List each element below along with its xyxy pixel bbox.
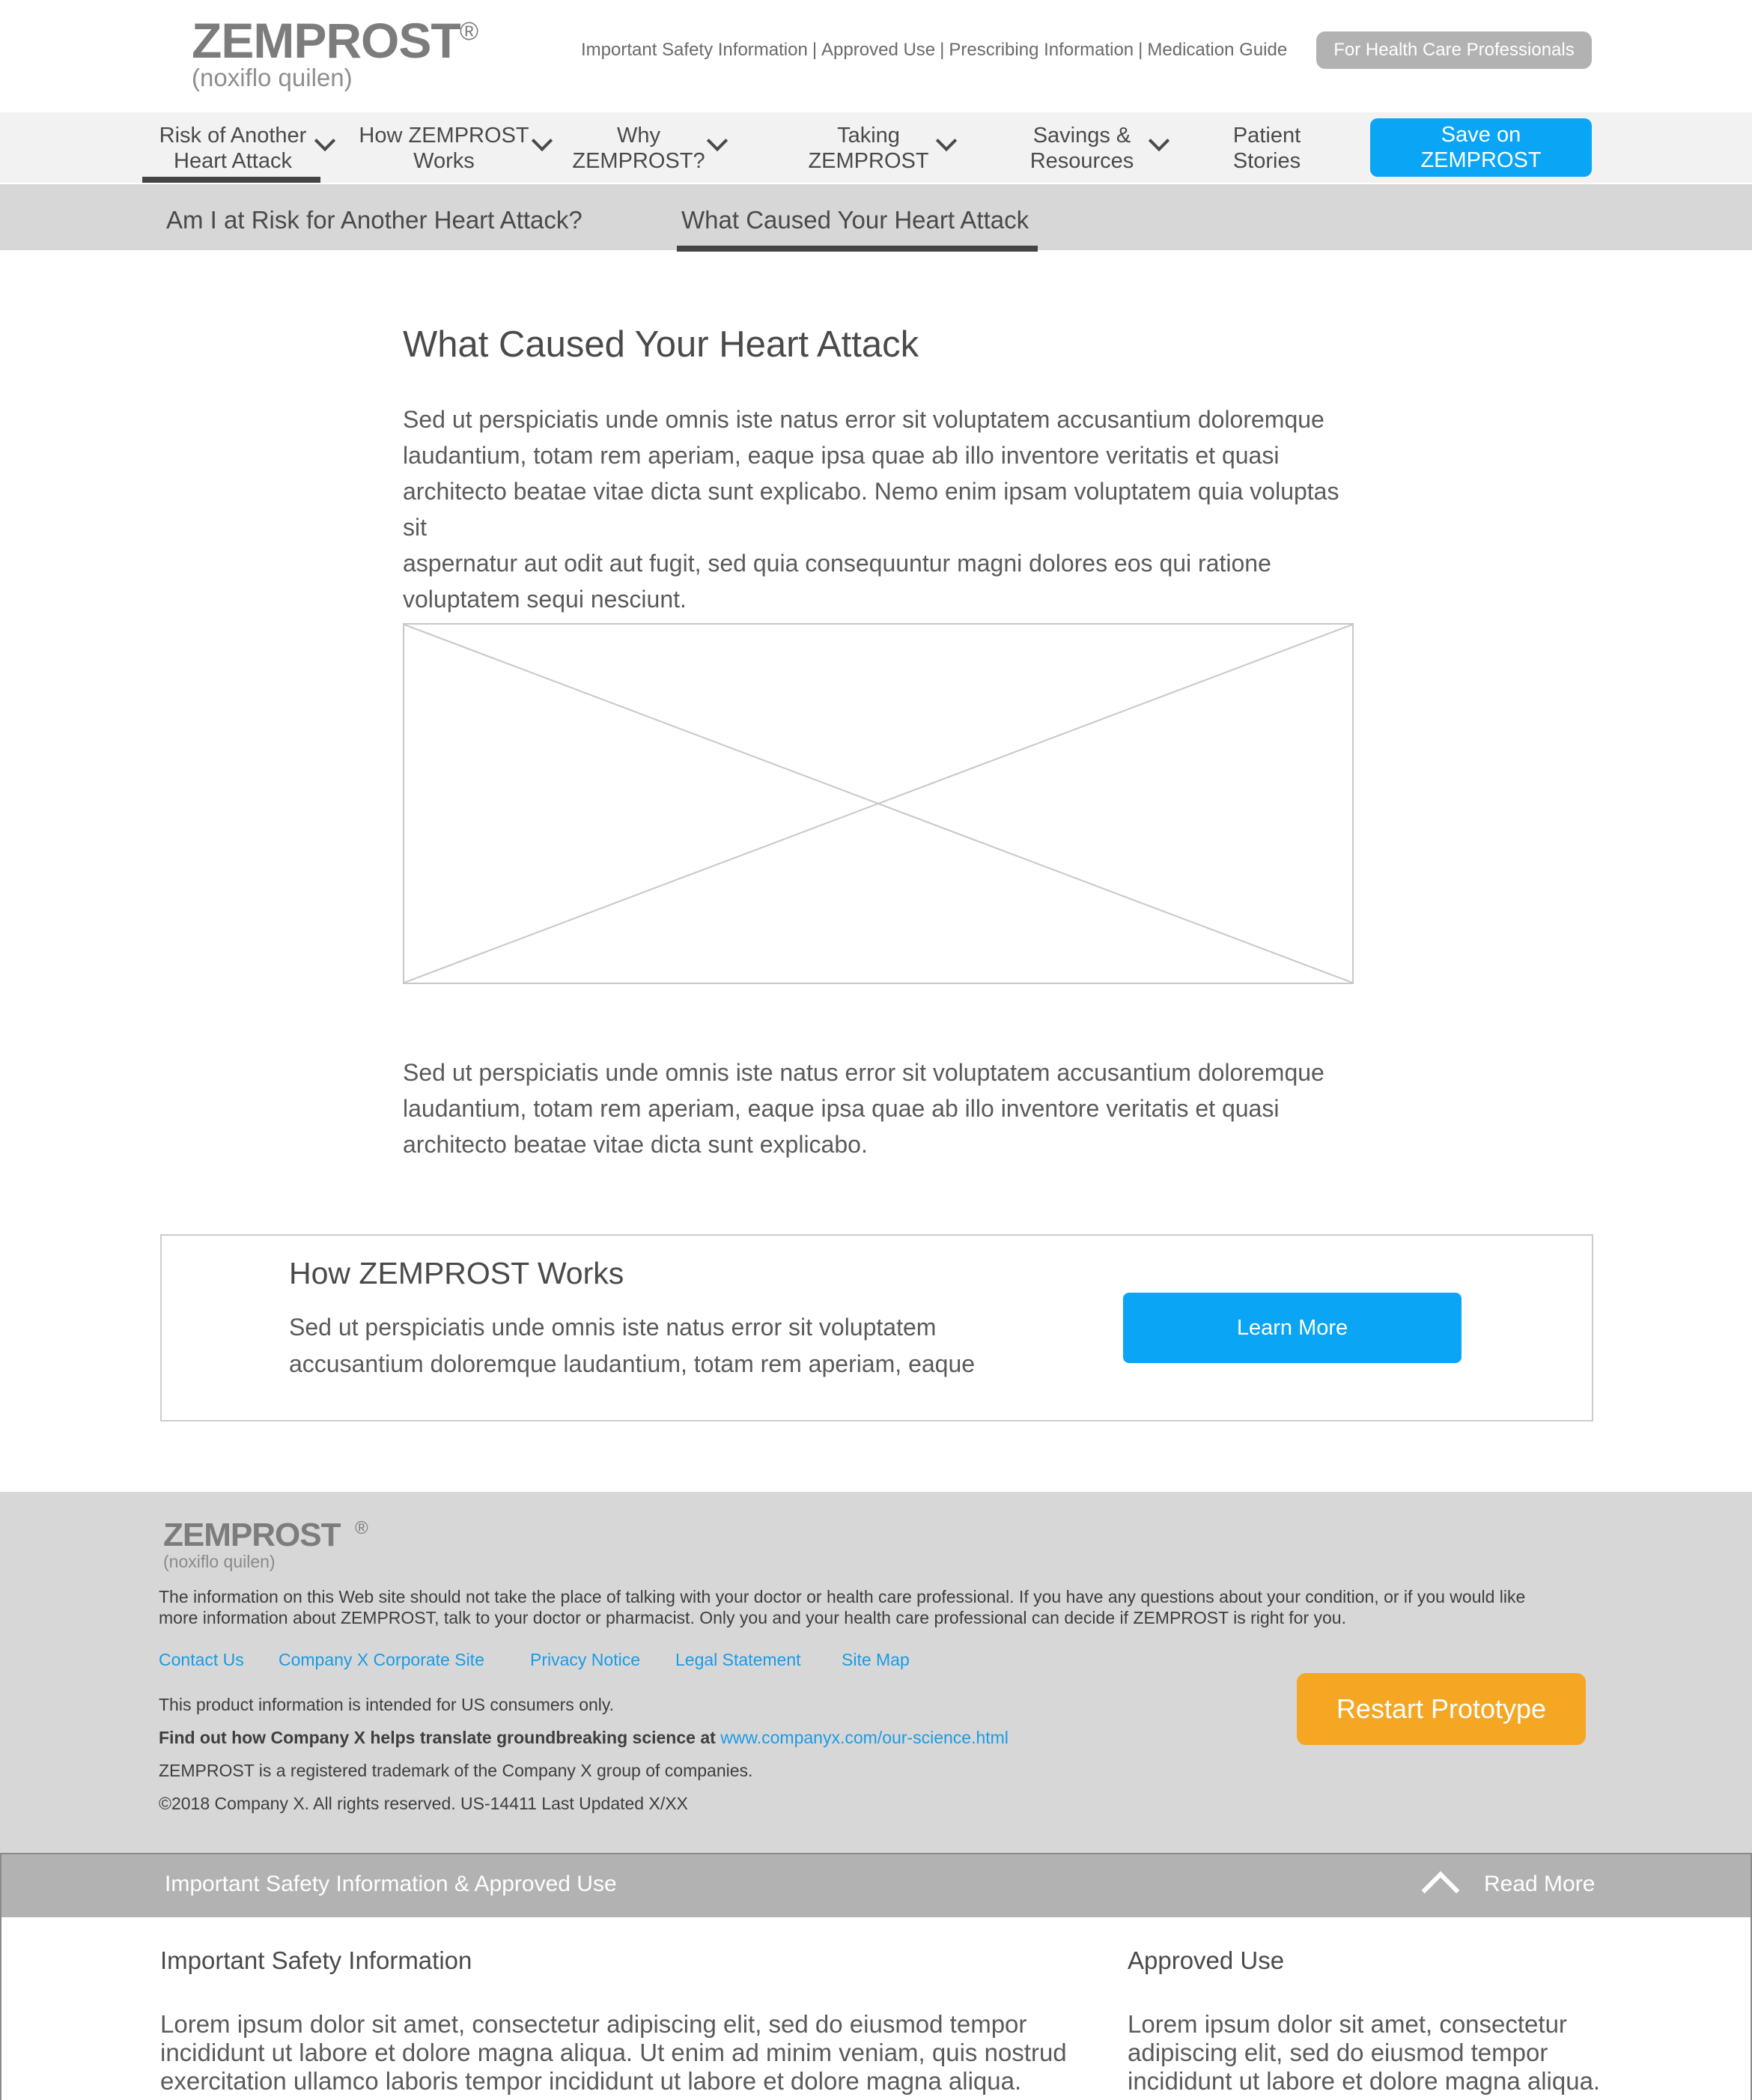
body-paragraph: Sed ut perspiciatis unde omnis iste natu… bbox=[403, 1054, 1361, 1162]
promo-title: How ZEMPROST Works bbox=[289, 1256, 624, 1290]
restart-prototype-button[interactable]: Restart Prototype bbox=[1297, 1673, 1586, 1745]
nav-item-label-line1: Savings & bbox=[1032, 124, 1131, 148]
nav-item-savings[interactable]: Savings & Resources bbox=[1018, 123, 1146, 177]
util-link-approved-use[interactable]: Approved Use bbox=[821, 40, 935, 60]
paragraph-line: laudantium, totam rem aperiam, eaque ips… bbox=[403, 442, 1280, 469]
approved-use-heading: Approved Use bbox=[1128, 1946, 1285, 1974]
isi-text-line: Lorem ipsum dolor sit amet, consectetur … bbox=[160, 2010, 1027, 2038]
footer-link-contact[interactable]: Contact Us bbox=[159, 1648, 244, 1672]
nav-active-indicator bbox=[142, 177, 320, 183]
paragraph-line: laudantium, totam rem aperiam, eaque ips… bbox=[403, 1095, 1280, 1122]
nav-item-label-line2: ZEMPROST bbox=[808, 149, 929, 173]
nav-item-label-line2: Works bbox=[413, 149, 475, 173]
nav-item-label-line1: Taking bbox=[837, 124, 900, 148]
footer-link-privacy[interactable]: Privacy Notice bbox=[530, 1648, 640, 1672]
paragraph-line: Sed ut perspiciatis unde omnis iste natu… bbox=[403, 1059, 1324, 1086]
page-title: What Caused Your Heart Attack bbox=[403, 324, 919, 365]
footer-link-sitemap[interactable]: Site Map bbox=[842, 1648, 910, 1672]
subtab-what-caused[interactable]: What Caused Your Heart Attack bbox=[681, 205, 1029, 235]
util-link-prescribing-info[interactable]: Prescribing Information bbox=[949, 40, 1134, 60]
nav-item-label-line1: Patient bbox=[1232, 124, 1301, 148]
brand-logo[interactable]: ZEMPROST bbox=[192, 10, 461, 70]
nav-item-taking[interactable]: Taking ZEMPROST bbox=[801, 123, 936, 177]
footer-link-corporate[interactable]: Company X Corporate Site bbox=[279, 1648, 484, 1672]
isi-text-line: incididunt ut labore et dolore magna ali… bbox=[160, 2039, 1067, 2066]
footer-us-only: This product information is intended for… bbox=[159, 1695, 615, 1714]
placeholder-cross-icon bbox=[404, 625, 1352, 983]
isi-text: Lorem ipsum dolor sit amet, consectetur … bbox=[160, 2010, 1134, 2096]
footer-link-legal[interactable]: Legal Statement bbox=[675, 1648, 801, 1672]
nav-item-why[interactable]: Why ZEMPROST? bbox=[568, 123, 710, 177]
paragraph-line: voluptatem sequi nesciunt. bbox=[403, 586, 687, 613]
save-button-line1: Save on bbox=[1441, 123, 1521, 147]
approved-use-text-line: incididunt ut labore et dolore magna ali… bbox=[1128, 2067, 1601, 2095]
footer-science-link[interactable]: www.companyx.com/our-science.html bbox=[720, 1728, 1009, 1747]
promo-text-line: accusantium doloremque laudantium, totam… bbox=[289, 1350, 976, 1377]
hcp-button[interactable]: For Health Care Professionals bbox=[1316, 31, 1592, 69]
nav-item-label-line1: Risk of Another bbox=[159, 124, 307, 148]
paragraph-line: architecto beatae vitae dicta sunt expli… bbox=[403, 1131, 868, 1158]
nav-item-label-line2: Resources bbox=[1029, 149, 1134, 173]
read-more-link[interactable]: Read More bbox=[1484, 1871, 1595, 1898]
learn-more-button[interactable]: Learn More bbox=[1123, 1293, 1461, 1363]
subtab-active-indicator bbox=[677, 246, 1038, 252]
paragraph-line: architecto beatae vitae dicta sunt expli… bbox=[403, 478, 1339, 541]
brand-generic-name: (noxiflo quilen) bbox=[192, 64, 353, 91]
isi-text-line: exercitation ullamco laboris tempor inci… bbox=[160, 2067, 1022, 2095]
footer-registered-mark: ® bbox=[355, 1518, 368, 1538]
util-link-isi[interactable]: Important Safety Information bbox=[581, 40, 808, 60]
footer-generic-name: (noxiflo quilen) bbox=[163, 1552, 276, 1571]
util-separator: | bbox=[940, 40, 945, 60]
promo-text-line: Sed ut perspiciatis unde omnis iste natu… bbox=[289, 1314, 937, 1341]
save-on-zemprost-button[interactable]: Save on ZEMPROST bbox=[1370, 118, 1592, 177]
util-link-medication-guide[interactable]: Medication Guide bbox=[1147, 40, 1287, 60]
nav-item-label-line1: How ZEMPROST bbox=[359, 124, 529, 148]
isi-bar-title: Important Safety Information & Approved … bbox=[165, 1872, 617, 1896]
footer-science-text: Find out how Company X helps translate g… bbox=[159, 1728, 716, 1747]
utility-links: Important Safety Information | Approved Us… bbox=[581, 37, 1287, 63]
footer-science-line: Find out how Company X helps translate g… bbox=[159, 1726, 1009, 1750]
footer-trademark: ZEMPROST is a registered trademark of th… bbox=[159, 1761, 753, 1780]
nav-item-how-works[interactable]: How ZEMPROST Works bbox=[355, 123, 533, 177]
approved-use-text-line: Lorem ipsum dolor sit amet, consectetur bbox=[1128, 2010, 1567, 2038]
footer-copyright: ©2018 Company X. All rights reserved. US… bbox=[159, 1794, 688, 1813]
approved-use-text-line: adipiscing elit, sed do eiusmod tempor bbox=[1128, 2039, 1548, 2066]
intro-paragraph: Sed ut perspiciatis unde omnis iste natu… bbox=[403, 401, 1361, 617]
paragraph-line: aspernatur aut odit aut fugit, sed quia … bbox=[403, 550, 1271, 577]
save-button-line2: ZEMPROST bbox=[1420, 148, 1542, 172]
nav-item-label-line1: Why bbox=[617, 124, 660, 148]
promo-text: Sed ut perspiciatis unde omnis iste natu… bbox=[289, 1309, 1008, 1383]
registered-mark: ® bbox=[460, 17, 479, 46]
nav-item-patient-stories[interactable]: Patient Stories bbox=[1213, 123, 1321, 177]
isi-heading: Important Safety Information bbox=[160, 1946, 472, 1974]
subtab-risk[interactable]: Am I at Risk for Another Heart Attack? bbox=[166, 205, 583, 235]
util-separator: | bbox=[1138, 40, 1143, 60]
util-separator: | bbox=[812, 40, 818, 60]
paragraph-line: Sed ut perspiciatis unde omnis iste natu… bbox=[403, 406, 1324, 433]
image-placeholder bbox=[403, 623, 1354, 984]
nav-item-label-line2: Heart Attack bbox=[174, 149, 292, 173]
approved-use-text: Lorem ipsum dolor sit amet, consectetur … bbox=[1128, 2010, 1727, 2096]
nav-item-label-line2: ZEMPROST? bbox=[572, 149, 705, 173]
nav-item-risk[interactable]: Risk of Another Heart Attack bbox=[147, 123, 319, 177]
footer-disclaimer: The information on this Web site should … bbox=[159, 1587, 1526, 1627]
nav-item-label-line2: Stories bbox=[1232, 149, 1301, 173]
